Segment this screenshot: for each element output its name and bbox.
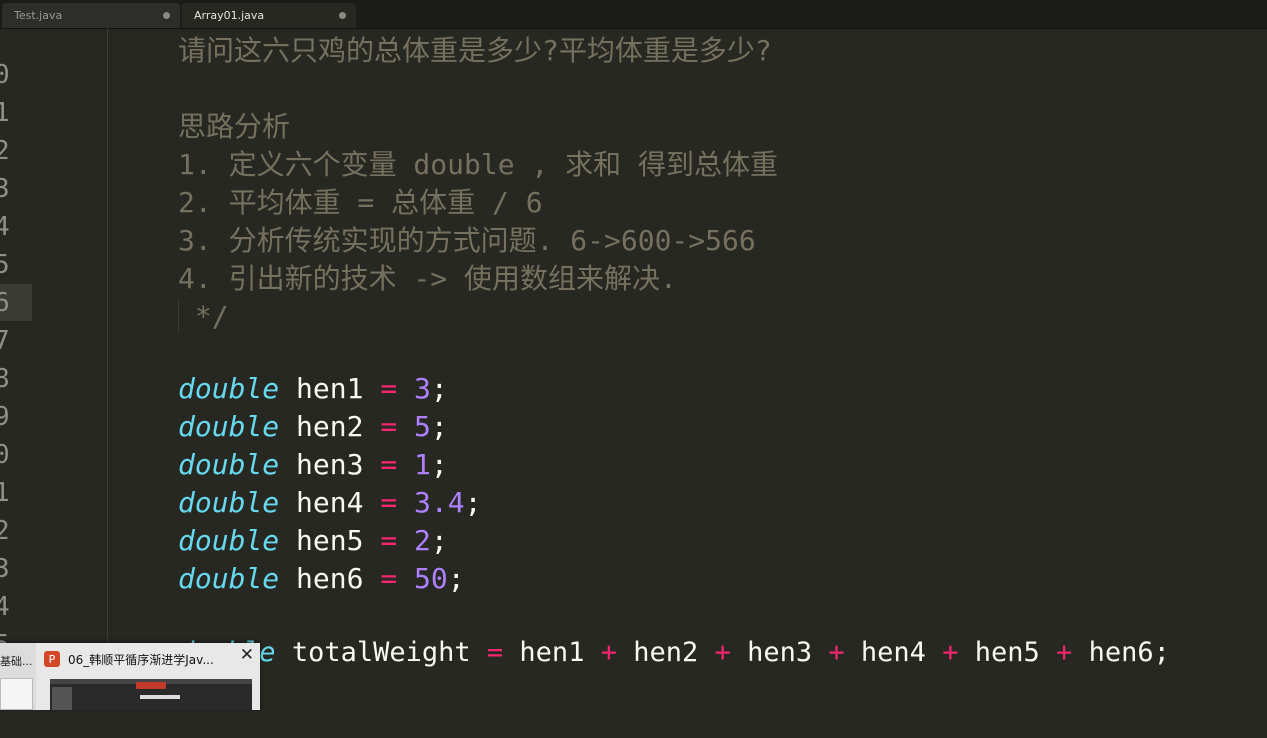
- term: hen1: [519, 637, 585, 668]
- semicolon: ;: [464, 486, 482, 519]
- line-number: 0: [0, 440, 10, 470]
- line-number: 0: [0, 60, 10, 90]
- variable-name: totalWeight: [291, 637, 471, 668]
- type-keyword: double: [178, 524, 280, 557]
- variable-name: hen6: [296, 562, 364, 595]
- plus-operator: +: [828, 637, 845, 668]
- line-number-gutter: 0 1 2 3 4 5 6 7 8 9 0 1 2 3 4 5 6: [0, 56, 34, 738]
- term: hen4: [860, 637, 926, 668]
- tab-label: Test.java: [14, 9, 63, 22]
- comment-line: 3. 分析传统实现的方式问题. 6->600->566: [178, 224, 756, 257]
- semicolon: ;: [447, 562, 465, 595]
- plus-operator: +: [1056, 637, 1073, 668]
- window-title: 06_韩顺平循序渐进学Jav...: [68, 652, 214, 667]
- line-number: 8: [0, 364, 10, 394]
- code-editor[interactable]: 0 1 2 3 4 5 6 7 8 9 0 1 2 3 4 5 6 请问这六只鸡…: [0, 28, 1267, 710]
- window-preview: [0, 678, 33, 710]
- previous-window-thumbnail[interactable]: 基础...: [0, 643, 36, 710]
- type-keyword: double: [178, 562, 280, 595]
- type-keyword: double: [178, 486, 280, 519]
- taskbar-thumbnail-popup[interactable]: 基础... P 06_韩顺平循序渐进学Jav... ✕: [0, 643, 260, 710]
- assign-operator: =: [380, 372, 398, 405]
- assign-operator: =: [380, 486, 398, 519]
- code-line-hen6: double hen6 = 50;: [178, 560, 465, 598]
- powerpoint-icon: P: [44, 651, 60, 667]
- number-literal: 3: [414, 372, 431, 405]
- preview-banner: [136, 682, 166, 689]
- number-literal: 50: [414, 562, 448, 595]
- assign-operator: =: [380, 524, 398, 557]
- semicolon: ;: [430, 524, 448, 557]
- comment-line: 思路分析: [178, 110, 291, 143]
- preview-sidebar: [52, 687, 72, 710]
- term: hen5: [974, 637, 1040, 668]
- code-line-hen3: double hen3 = 1;: [178, 446, 448, 484]
- variable-name: hen2: [296, 410, 364, 443]
- line-number: 2: [0, 136, 10, 166]
- comment-line: 2. 平均体重 = 总体重 / 6: [178, 186, 543, 219]
- indent-guide: [107, 28, 108, 710]
- line-number: 4: [0, 592, 10, 622]
- semicolon: ;: [430, 372, 448, 405]
- assign-operator: =: [380, 448, 398, 481]
- type-keyword: double: [178, 372, 280, 405]
- line-number: 4: [0, 212, 10, 242]
- tab-test-java[interactable]: Test.java: [2, 3, 180, 28]
- code-line-hen5: double hen5 = 2;: [178, 522, 448, 560]
- variable-name: hen4: [296, 486, 364, 519]
- comment-line: 请问这六只鸡的总体重是多少?平均体重是多少?: [178, 34, 772, 67]
- line-number: 6: [0, 288, 10, 318]
- semicolon: ;: [430, 410, 448, 443]
- code-line-hen2: double hen2 = 5;: [178, 408, 448, 446]
- code-line-total-weight: double totalWeight = hen1 + hen2 + hen3 …: [178, 634, 1170, 672]
- semicolon: ;: [1153, 637, 1170, 668]
- number-literal: 2: [414, 524, 431, 557]
- line-number: 1: [0, 478, 10, 508]
- line-number: 5: [0, 250, 10, 280]
- line-number: 2: [0, 516, 10, 546]
- variable-name: hen3: [296, 448, 364, 481]
- term: hen6: [1088, 637, 1154, 668]
- type-keyword: double: [178, 410, 280, 443]
- code-line-hen4: double hen4 = 3.4;: [178, 484, 481, 522]
- line-number: 1: [0, 98, 10, 128]
- comment-line: 4. 引出新的技术 -> 使用数组来解决.: [178, 262, 677, 295]
- plus-operator: +: [714, 637, 731, 668]
- tab-array01-java[interactable]: Array01.java: [182, 3, 356, 28]
- plus-operator: +: [600, 637, 617, 668]
- tab-bar: Test.java Array01.java: [0, 0, 1267, 29]
- unsaved-dot-icon[interactable]: [163, 12, 170, 19]
- tab-label: Array01.java: [194, 9, 265, 22]
- close-icon[interactable]: ✕: [240, 645, 254, 665]
- assign-operator: =: [486, 637, 504, 668]
- line-number: 3: [0, 174, 10, 204]
- variable-name: hen5: [296, 524, 364, 557]
- assign-operator: =: [380, 410, 398, 443]
- code-line-hen1: double hen1 = 3;: [178, 370, 448, 408]
- unsaved-dot-icon[interactable]: [339, 12, 346, 19]
- popup-header: P 06_韩顺平循序渐进学Jav...: [44, 649, 258, 669]
- window-preview[interactable]: [50, 679, 252, 710]
- line-number: 3: [0, 554, 10, 584]
- number-literal: 5: [414, 410, 431, 443]
- comment-end: */: [178, 300, 229, 333]
- comment-line: 1. 定义六个变量 double , 求和 得到总体重: [178, 148, 779, 181]
- number-literal: 3.4: [414, 486, 465, 519]
- line-number: 7: [0, 326, 10, 356]
- variable-name: hen1: [296, 372, 364, 405]
- term: hen2: [633, 637, 699, 668]
- previous-window-title: 基础...: [0, 655, 33, 668]
- line-number: 9: [0, 402, 10, 432]
- plus-operator: +: [942, 637, 959, 668]
- semicolon: ;: [430, 448, 448, 481]
- preview-text: [140, 695, 180, 699]
- assign-operator: =: [380, 562, 398, 595]
- type-keyword: double: [178, 448, 280, 481]
- term: hen3: [747, 637, 813, 668]
- number-literal: 1: [414, 448, 431, 481]
